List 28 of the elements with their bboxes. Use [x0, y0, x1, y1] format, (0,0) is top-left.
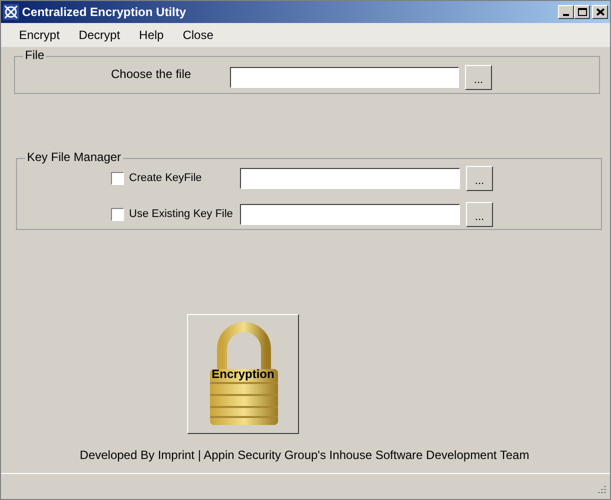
app-icon — [3, 4, 19, 20]
browse-button[interactable]: ... — [465, 65, 492, 90]
checkbox-label: Use Existing Key File — [129, 207, 234, 222]
maximize-button[interactable] — [574, 5, 590, 19]
group-title: File — [23, 49, 46, 61]
maximize-icon — [578, 8, 586, 16]
browse-button[interactable]: ... — [466, 166, 493, 191]
input-field[interactable] — [230, 67, 459, 88]
field-label: Choose the file — [111, 66, 192, 82]
input-field[interactable] — [240, 168, 460, 189]
window-title: Centralized Encryption Utilty — [22, 4, 188, 21]
menu-item[interactable]: Help — [139, 26, 164, 44]
close-icon — [596, 8, 604, 16]
menu-item[interactable]: Close — [182, 26, 214, 44]
checkbox[interactable] — [111, 208, 124, 221]
resize-grip-icon[interactable] — [595, 484, 607, 496]
checkbox-label: Create KeyFile — [129, 171, 203, 186]
minimize-icon — [563, 14, 569, 16]
input-field[interactable] — [240, 204, 460, 225]
footer-text: Developed By Imprint | Appin Security Group's Inhouse Software Development Team — [78, 447, 530, 464]
checkbox[interactable] — [111, 172, 124, 185]
browse-button[interactable]: ... — [466, 202, 493, 227]
group-title: Key File Manager — [25, 151, 124, 163]
menu-item[interactable]: Encrypt — [19, 26, 60, 44]
encryption-button[interactable]: Encryption — [187, 314, 299, 434]
minimize-button[interactable] — [558, 5, 574, 19]
menu-item[interactable]: Decrypt — [78, 26, 120, 44]
close-button[interactable] — [592, 5, 608, 19]
